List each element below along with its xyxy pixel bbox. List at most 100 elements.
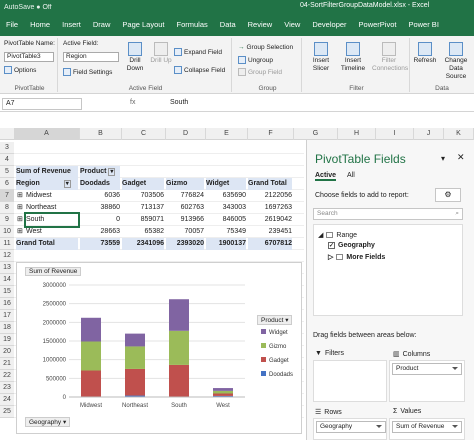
pivot-value-cell[interactable]: 239451 (248, 226, 292, 238)
pivot-value-cell[interactable]: 2619042 (248, 214, 292, 226)
grand-total-label[interactable]: Grand Total (16, 238, 78, 250)
column-header[interactable]: G (294, 128, 338, 140)
field-tree-range[interactable]: ◢ Range (318, 231, 357, 240)
row-header[interactable]: 14 (0, 274, 14, 286)
row-header[interactable]: 8 (0, 202, 14, 214)
group-selection-button[interactable]: → Group Selection (238, 44, 293, 51)
row-header[interactable]: 23 (0, 382, 14, 394)
row-header[interactable]: 9 (0, 214, 14, 226)
tab-formulas[interactable]: Formulas (171, 16, 214, 36)
row-header[interactable]: 24 (0, 394, 14, 406)
pivot-value-cell[interactable]: 602763 (166, 202, 204, 214)
expand-field-button[interactable]: Expand Field (174, 48, 222, 56)
name-box[interactable]: A7 (2, 98, 82, 110)
chevron-down-icon[interactable] (376, 425, 382, 428)
field-geography[interactable]: ✓ Geography (328, 242, 375, 249)
grand-total-cell[interactable]: 73559 (80, 238, 120, 250)
field-more-fields[interactable]: ▷ More Fields (328, 253, 385, 262)
grand-total-cell[interactable]: 1900137 (206, 238, 246, 250)
pivot-value-cell[interactable]: 70057 (166, 226, 204, 238)
autosave-toggle[interactable]: AutoSave ● Off (4, 4, 52, 11)
options-button[interactable]: Options (4, 66, 36, 74)
tab-data[interactable]: Data (214, 16, 242, 36)
drill-up-button[interactable]: Drill Up (150, 42, 172, 65)
pivot-column-header[interactable]: Gizmo (166, 178, 204, 190)
column-header[interactable]: K (444, 128, 474, 140)
grand-total-cell[interactable]: 2393020 (166, 238, 204, 250)
tab-view[interactable]: View (278, 16, 306, 36)
pivot-value-cell[interactable]: 75349 (206, 226, 246, 238)
tab-insert[interactable]: Insert (56, 16, 87, 36)
legend-field-button[interactable]: Product ▾ (257, 315, 293, 325)
row-header[interactable]: 4 (0, 154, 14, 166)
tab-powerbi[interactable]: Power BI (402, 16, 444, 36)
collapse-icon[interactable]: ◢ (318, 231, 323, 239)
active-field-input[interactable]: Region (63, 52, 119, 62)
field-settings-button[interactable]: Field Settings (63, 68, 112, 76)
close-icon[interactable]: ✕ (457, 152, 465, 163)
tab-active[interactable]: Active (315, 172, 337, 181)
pivot-chart[interactable]: Sum of Revenue 3000000 2500000 2000000 1500… (16, 262, 302, 434)
pivot-column-header[interactable]: Doodads (80, 178, 120, 190)
formula-input[interactable]: South (170, 99, 188, 106)
tab-all[interactable]: All (347, 172, 355, 179)
checkbox-checked-icon[interactable]: ✓ (328, 242, 335, 249)
pivot-value-cell[interactable]: 38860 (80, 202, 120, 214)
fx-icon[interactable]: fx (130, 99, 135, 106)
group-field-button[interactable]: Group Field (238, 68, 282, 76)
pivot-value-cell[interactable]: 343003 (206, 202, 246, 214)
column-header[interactable]: I (376, 128, 414, 140)
rows-field-item[interactable]: Geography (316, 421, 386, 433)
column-header[interactable]: A (14, 128, 80, 140)
pivot-row-field[interactable]: Region ▾ (16, 178, 78, 190)
filter-dropdown-icon[interactable]: ▾ (108, 168, 116, 176)
row-header[interactable]: 13 (0, 262, 14, 274)
row-header[interactable]: 3 (0, 142, 14, 154)
chevron-down-icon[interactable] (452, 425, 458, 428)
tab-page-layout[interactable]: Page Layout (116, 16, 170, 36)
row-header[interactable]: 12 (0, 250, 14, 262)
values-drop-area[interactable]: Sum of Revenue (389, 418, 465, 440)
row-header[interactable]: 11 (0, 238, 14, 250)
row-header[interactable]: 15 (0, 286, 14, 298)
grand-total-cell[interactable]: 2341096 (122, 238, 164, 250)
pivot-value-cell[interactable]: 776824 (166, 190, 204, 202)
row-header[interactable]: 18 (0, 322, 14, 334)
pivot-column-field[interactable]: Product ▾ (80, 166, 120, 178)
tab-home[interactable]: Home (24, 16, 56, 36)
filter-connections-button[interactable]: Filter Connections (372, 42, 408, 73)
tab-draw[interactable]: Draw (87, 16, 117, 36)
values-field-item[interactable]: Sum of Revenue (392, 421, 462, 433)
pivottable-name-field[interactable]: PivotTable3 (4, 52, 54, 62)
row-header[interactable]: 5 (0, 166, 14, 178)
pivot-row-label[interactable]: West (26, 226, 78, 238)
column-header[interactable]: C (122, 128, 166, 140)
pivot-row-label[interactable]: South (24, 212, 80, 228)
drill-down-button[interactable]: Drill Down (124, 42, 146, 73)
column-header[interactable]: J (414, 128, 444, 140)
column-header[interactable]: F (248, 128, 294, 140)
expand-icon[interactable]: ⊞ (17, 216, 23, 224)
column-header[interactable]: B (80, 128, 122, 140)
field-search-input[interactable]: Search ⌕ (313, 208, 463, 220)
pivot-value-cell[interactable]: 703506 (122, 190, 164, 202)
ungroup-button[interactable]: Ungroup (238, 56, 273, 64)
column-header[interactable]: H (338, 128, 376, 140)
row-header[interactable]: 19 (0, 334, 14, 346)
pivot-value-cell[interactable]: 28663 (80, 226, 120, 238)
pivot-value-cell[interactable]: 0 (80, 214, 120, 226)
filter-dropdown-icon[interactable]: ▾ (63, 180, 71, 188)
grand-total-cell[interactable]: 6707812 (248, 238, 292, 250)
row-header[interactable]: 20 (0, 346, 14, 358)
expand-icon[interactable]: ⊞ (17, 228, 23, 236)
pivot-value-cell[interactable]: 913966 (166, 214, 204, 226)
collapse-field-button[interactable]: Collapse Field (174, 66, 225, 74)
pivot-column-header[interactable]: Widget (206, 178, 246, 190)
pivot-value-cell[interactable]: 1697263 (248, 202, 292, 214)
row-header[interactable]: 10 (0, 226, 14, 238)
row-header[interactable]: 22 (0, 370, 14, 382)
dropdown-icon[interactable]: ▾ (441, 154, 445, 163)
tab-file[interactable]: File (0, 16, 24, 36)
pivot-row-label[interactable]: Midwest (26, 190, 78, 202)
tab-review[interactable]: Review (242, 16, 279, 36)
